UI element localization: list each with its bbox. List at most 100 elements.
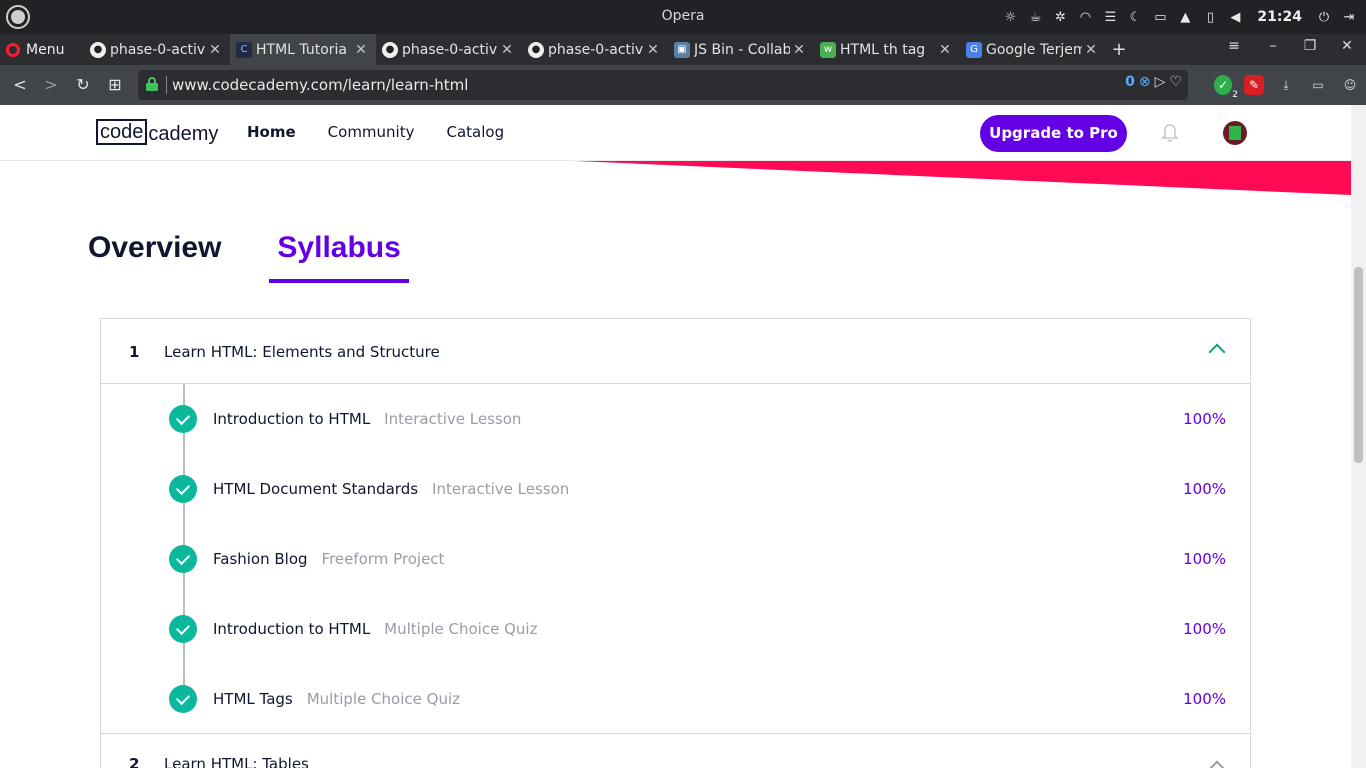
tab-title: HTML th tag — [840, 41, 926, 58]
lesson-title[interactable]: Fashion Blog — [213, 550, 308, 568]
reload-icon[interactable]: ↻ — [72, 74, 94, 96]
folder-icon[interactable]: ▭ — [1151, 8, 1169, 26]
github-icon: ● — [382, 41, 398, 58]
vpn-shield-icon[interactable]: ✓ 2 — [1214, 75, 1238, 100]
power-icon[interactable]: ⏻ — [1315, 8, 1333, 26]
completed-check-icon — [169, 405, 197, 433]
browser-tab[interactable]: ▣ JS Bin - Collab ✕ — [668, 34, 814, 65]
coffee-icon[interactable]: ☕ — [1026, 8, 1044, 26]
completed-check-icon — [169, 475, 197, 503]
address-bar[interactable]: www.codecademy.com/learn/learn-html 0 ⊗ … — [138, 70, 1188, 100]
clock[interactable]: 21:24 — [1251, 8, 1308, 26]
list-item[interactable]: Introduction to HTML Interactive Lesson 1… — [101, 384, 1250, 454]
url-input[interactable]: www.codecademy.com/learn/learn-html — [172, 76, 468, 94]
tab-menu-icon[interactable]: ≡ — [1224, 38, 1244, 54]
tab-title: Google Terjem — [986, 41, 1082, 58]
lesson-type: Multiple Choice Quiz — [306, 690, 460, 708]
close-tab-icon[interactable]: ✕ — [644, 42, 662, 58]
lesson-title[interactable]: HTML Document Standards — [213, 480, 418, 498]
close-tab-icon[interactable]: ✕ — [498, 42, 516, 58]
list-item[interactable]: Introduction to HTML Multiple Choice Quiz… — [101, 594, 1250, 664]
browser-tab[interactable]: ● phase-0-activ ✕ — [376, 34, 522, 65]
chevron-icon[interactable] — [1208, 760, 1226, 768]
syllabus-module-collapsed[interactable]: 2 Learn HTML: Tables — [100, 733, 1251, 768]
adblock-count[interactable]: 0 — [1125, 74, 1135, 90]
pen-extension-icon[interactable]: ✎ — [1244, 75, 1264, 95]
tab-grid-icon[interactable]: ⊞ — [104, 74, 126, 96]
volume-icon[interactable]: ◀ — [1226, 8, 1244, 26]
lesson-title[interactable]: Introduction to HTML — [213, 620, 370, 638]
opera-menu-button[interactable]: Menu — [6, 39, 64, 61]
logout-icon[interactable]: ⇥ — [1340, 8, 1358, 26]
lesson-title[interactable]: Introduction to HTML — [213, 410, 370, 428]
module-number: 1 — [129, 343, 140, 361]
chevron-up-icon[interactable] — [1208, 343, 1226, 361]
lesson-type: Interactive Lesson — [432, 480, 570, 498]
account-icon[interactable]: ☺ — [1340, 75, 1360, 95]
list-item[interactable]: HTML Document Standards Interactive Lesso… — [101, 454, 1250, 524]
web-page: code cademy Home Community Catalog Upgra… — [0, 105, 1351, 768]
module-number: 2 — [129, 755, 140, 768]
minimize-icon[interactable]: – — [1263, 38, 1283, 54]
nav-home-link[interactable]: Home — [247, 123, 296, 141]
settings-icon[interactable]: ☼ — [1001, 8, 1019, 26]
new-tab-button[interactable]: + — [1110, 39, 1128, 60]
list-item[interactable]: Fashion Blog Freeform Project 100% — [101, 524, 1250, 594]
puzzle-icon[interactable]: ✲ — [1051, 8, 1069, 26]
browser-nav-bar: < > ↻ ⊞ www.codecademy.com/learn/learn-h… — [0, 65, 1366, 105]
avatar[interactable] — [1223, 121, 1247, 145]
tab-syllabus[interactable]: Syllabus — [269, 231, 409, 283]
close-window-icon[interactable]: ✕ — [1337, 38, 1357, 54]
nav-catalog-link[interactable]: Catalog — [447, 123, 505, 141]
lesson-title[interactable]: HTML Tags — [213, 690, 293, 708]
close-tab-icon[interactable]: ✕ — [1082, 42, 1100, 58]
extension-toolbar: ✓ 2 ✎ ⤓ ▭ ☺ — [1214, 75, 1360, 100]
battery-saver-icon[interactable]: ▭ — [1308, 75, 1328, 95]
bell-icon[interactable] — [1161, 123, 1179, 143]
forward-icon[interactable]: > — [40, 74, 62, 96]
site-header: code cademy Home Community Catalog Upgra… — [0, 105, 1351, 161]
browser-tab[interactable]: G Google Terjem ✕ — [960, 34, 1106, 65]
download-icon[interactable]: ⤓ — [1276, 75, 1296, 95]
menu-lines-icon[interactable]: ☰ — [1101, 8, 1119, 26]
wifi-icon[interactable]: ◠ — [1076, 8, 1094, 26]
nav-community-link[interactable]: Community — [328, 123, 415, 141]
syllabus-module: 1 Learn HTML: Elements and Structure Int… — [100, 318, 1251, 734]
battery-icon[interactable]: ▯ — [1201, 8, 1219, 26]
browser-tab[interactable]: ● phase-0-activ ✕ — [84, 34, 230, 65]
lesson-progress: 100% — [1183, 620, 1226, 638]
module-header[interactable]: 1 Learn HTML: Elements and Structure — [101, 319, 1250, 384]
tab-overview[interactable]: Overview — [88, 231, 229, 283]
scrollbar-thumb[interactable] — [1354, 267, 1363, 463]
close-tab-icon[interactable]: ✕ — [352, 42, 370, 58]
lesson-progress: 100% — [1183, 690, 1226, 708]
tab-title: JS Bin - Collab — [694, 41, 790, 58]
close-tab-icon[interactable]: ✕ — [936, 42, 954, 58]
completed-check-icon — [169, 615, 197, 643]
send-icon[interactable]: ▷ — [1155, 74, 1166, 90]
browser-tab-active[interactable]: C HTML Tutoria ✕ — [230, 34, 376, 65]
browser-tab[interactable]: ● phase-0-activ ✕ — [522, 34, 668, 65]
github-icon: ● — [528, 41, 544, 58]
night-mode-icon[interactable]: ☾ — [1126, 8, 1144, 26]
tab-title: phase-0-activ — [402, 41, 498, 58]
codecademy-favicon-icon: C — [236, 41, 252, 58]
close-tab-icon[interactable]: ✕ — [790, 42, 808, 58]
codecademy-logo[interactable]: code cademy — [96, 119, 218, 145]
upgrade-to-pro-button[interactable]: Upgrade to Pro — [980, 115, 1127, 152]
adblock-icon[interactable]: ⊗ — [1139, 74, 1151, 90]
tab-title: phase-0-activ — [548, 41, 644, 58]
close-tab-icon[interactable]: ✕ — [206, 42, 224, 58]
notification-icon[interactable]: ▲ — [1176, 8, 1194, 26]
page-scrollbar[interactable] — [1351, 105, 1366, 768]
system-tray: ☼ ☕ ✲ ◠ ☰ ☾ ▭ ▲ ▯ ◀ 21:24 ⏻ ⇥ — [1001, 6, 1358, 28]
browser-tab[interactable]: w HTML th tag ✕ — [814, 34, 960, 65]
back-icon[interactable]: < — [9, 74, 31, 96]
list-item[interactable]: HTML Tags Multiple Choice Quiz 100% — [101, 664, 1250, 734]
secure-lock-icon[interactable] — [146, 77, 158, 91]
bookmark-heart-icon[interactable]: ♡ — [1169, 74, 1182, 90]
google-translate-icon: G — [966, 41, 982, 58]
jsbin-icon: ▣ — [674, 41, 690, 58]
maximize-icon[interactable]: ❐ — [1300, 38, 1320, 54]
opera-logo-icon — [6, 43, 20, 57]
